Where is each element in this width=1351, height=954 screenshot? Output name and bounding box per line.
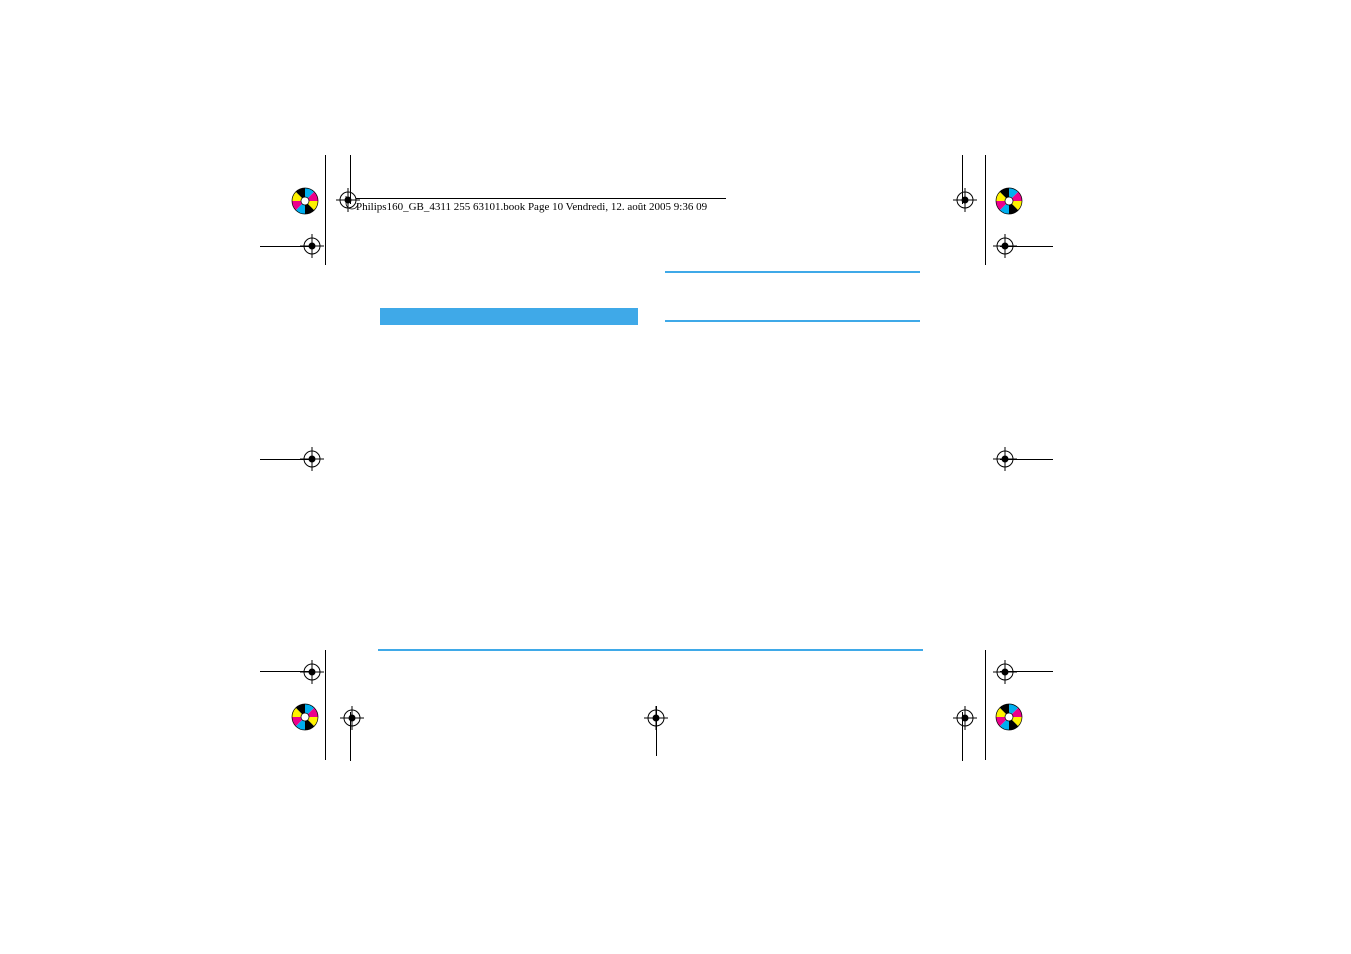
registration-mark-icon — [953, 188, 977, 212]
registration-mark-icon — [953, 706, 977, 730]
color-rosette-icon — [994, 186, 1024, 216]
header-text: Philips160_GB_4311 255 63101.book Page 1… — [356, 201, 707, 213]
content-frame-right-bottom — [985, 650, 986, 760]
color-rosette-icon — [290, 186, 320, 216]
content-frame-left-bottom — [325, 650, 326, 760]
registration-mark-icon — [993, 234, 1017, 258]
registration-mark-icon — [336, 188, 360, 212]
registration-mark-icon — [993, 660, 1017, 684]
section-rule-top-right — [665, 271, 920, 273]
page-footer-rule — [378, 649, 923, 651]
registration-mark-icon — [300, 660, 324, 684]
section-rule-mid-right — [665, 320, 920, 322]
registration-mark-icon — [993, 447, 1017, 471]
registration-mark-icon — [300, 234, 324, 258]
registration-mark-icon — [300, 447, 324, 471]
content-frame-left-top — [325, 155, 326, 265]
chapter-title-bar — [380, 308, 638, 325]
content-frame-right-top — [985, 155, 986, 265]
color-rosette-icon — [290, 702, 320, 732]
color-rosette-icon — [994, 702, 1024, 732]
page-header-filename: Philips160_GB_4311 255 63101.book Page 1… — [356, 198, 726, 214]
registration-mark-icon — [644, 706, 668, 730]
registration-mark-icon — [340, 706, 364, 730]
